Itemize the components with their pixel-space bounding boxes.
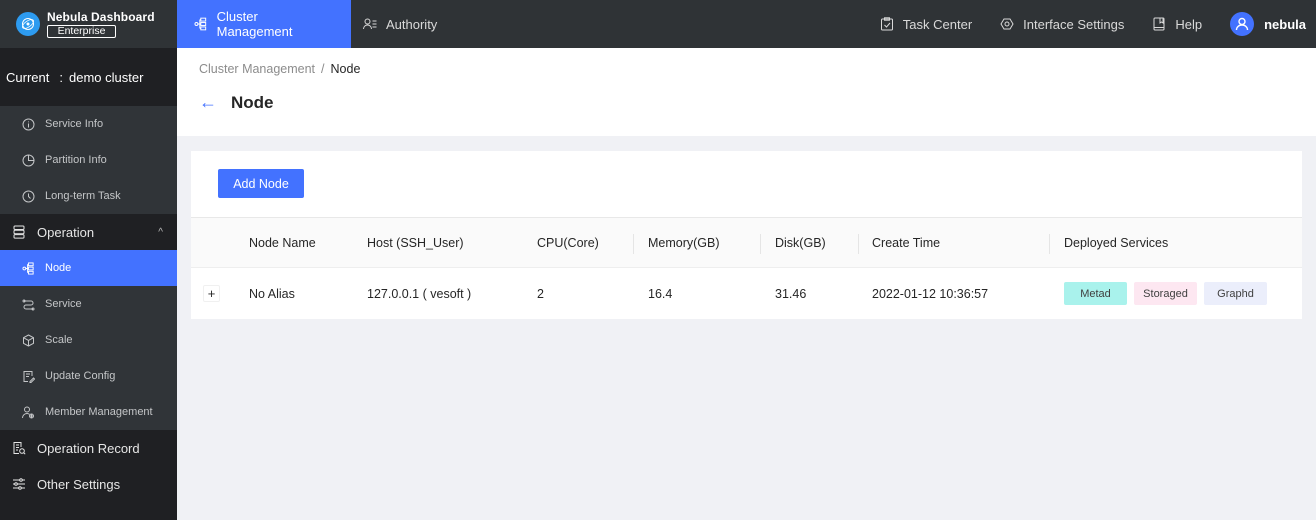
edit-doc-icon	[23, 370, 35, 383]
logo[interactable]: Nebula Dashboard Enterprise	[0, 0, 177, 48]
info-icon	[22, 118, 35, 130]
cell-memory: 16.4	[648, 286, 673, 301]
nav-label: Cluster Management	[216, 9, 293, 39]
user-menu[interactable]: nebula	[1216, 12, 1316, 36]
cell-host: 127.0.0.1 ( vesoft )	[367, 286, 472, 301]
service-tag-graphd: Graphd	[1204, 282, 1267, 305]
app-title: Nebula Dashboard	[47, 10, 155, 24]
node-card: Add Node Node Name Host (SSH_User) CPU(C…	[191, 151, 1302, 319]
info-group: Service Info Partition Info Long-term Ta…	[0, 106, 177, 214]
node-table: Node Name Host (SSH_User) CPU(Core) Memo…	[191, 217, 1302, 319]
clock-icon	[22, 190, 35, 202]
column-divider	[1049, 234, 1050, 254]
service-icon	[22, 299, 35, 310]
book-icon	[1153, 17, 1165, 31]
sidebar-item-label: Operation Record	[37, 440, 140, 456]
cluster-icon	[194, 17, 207, 31]
eye-settings-icon	[1000, 18, 1014, 30]
sidebar-item-label: Long-term Task	[45, 190, 121, 202]
sidebar-item-label: Update Config	[45, 370, 116, 382]
user-icon	[1230, 12, 1255, 36]
node-icon	[22, 261, 34, 275]
current-cluster-name: demo cluster	[68, 69, 144, 85]
current-cluster: Current : demo cluster	[0, 48, 177, 106]
sidebar-item-update-config[interactable]: Update Config	[0, 358, 177, 394]
sidebar-item-operation[interactable]: Operation ^	[0, 214, 177, 250]
cell-cpu: 2	[537, 286, 544, 301]
sidebar-item-label: Operation	[37, 224, 95, 240]
cell-disk: 31.46	[775, 286, 807, 301]
sidebar-item-scale[interactable]: Scale	[0, 322, 177, 358]
column-divider	[858, 234, 859, 254]
page-header: Cluster Management / Node ← Node	[177, 48, 1316, 136]
column-divider	[760, 234, 761, 254]
authority-icon	[363, 18, 377, 30]
nav-label: Authority	[386, 16, 438, 32]
column-header-create-time: Create Time	[872, 235, 941, 250]
breadcrumb-parent[interactable]: Cluster Management	[199, 62, 315, 76]
chevron-up-icon[interactable]: ^	[158, 227, 163, 238]
sidebar-item-other-settings[interactable]: Other Settings	[0, 466, 177, 502]
cell-create-time: 2022-01-12 10:36:57	[872, 286, 989, 301]
sidebar-item-label: Node	[45, 262, 72, 274]
table-header: Node Name Host (SSH_User) CPU(Core) Memo…	[191, 217, 1302, 268]
sidebar: Current : demo cluster Service Info Part…	[0, 48, 177, 520]
nav-label: Interface Settings	[1023, 16, 1125, 32]
breadcrumb: Cluster Management / Node	[199, 62, 360, 76]
sidebar-item-member-management[interactable]: Member Management	[0, 394, 177, 430]
sidebar-item-label: Member Management	[45, 406, 153, 418]
clipboard-check-icon	[880, 17, 893, 31]
cube-icon	[23, 333, 34, 347]
nav-label: Help	[1175, 16, 1203, 32]
nav-cluster-management[interactable]: Cluster Management	[177, 0, 351, 48]
add-node-button[interactable]: Add Node	[218, 169, 304, 198]
pie-icon	[22, 154, 35, 166]
column-header-node-name: Node Name	[249, 235, 316, 250]
nebula-logo-icon	[16, 12, 40, 36]
sliders-icon	[13, 478, 25, 490]
sidebar-item-node[interactable]: Node	[0, 250, 177, 286]
server-icon	[13, 225, 25, 239]
column-header-disk: Disk(GB)	[775, 235, 826, 250]
current-label: Current	[6, 69, 50, 85]
sidebar-item-label: Partition Info	[45, 154, 107, 166]
sidebar-item-label: Scale	[45, 334, 73, 346]
sidebar-item-label: Service Info	[45, 118, 104, 130]
username: nebula	[1264, 16, 1306, 32]
operation-group: Node Service Scale Update Config Member …	[0, 250, 177, 430]
sidebar-item-operation-record[interactable]: Operation Record	[0, 430, 177, 466]
sidebar-item-label: Service	[45, 298, 82, 310]
record-icon	[13, 442, 26, 455]
table-row: + No Alias 127.0.0.1 ( vesoft ) 2 16.4 3…	[191, 268, 1302, 319]
nav-interface-settings[interactable]: Interface Settings	[986, 0, 1138, 48]
column-header-host: Host (SSH_User)	[367, 235, 464, 250]
sidebar-item-service[interactable]: Service	[0, 286, 177, 322]
service-tag-storaged: Storaged	[1134, 282, 1197, 305]
sidebar-item-label: Other Settings	[37, 476, 121, 492]
nav-authority[interactable]: Authority	[351, 0, 454, 48]
sidebar-item-service-info[interactable]: Service Info	[0, 106, 177, 142]
sidebar-item-partition-info[interactable]: Partition Info	[0, 142, 177, 178]
back-arrow-icon[interactable]: ←	[199, 92, 217, 113]
current-separator: :	[59, 69, 63, 85]
column-divider	[633, 234, 634, 254]
edition-badge: Enterprise	[47, 25, 116, 38]
column-header-deployed-services: Deployed Services	[1064, 235, 1169, 250]
nav-label: Task Center	[902, 16, 973, 32]
page-title: Node	[231, 92, 274, 112]
service-tag-metad: Metad	[1064, 282, 1127, 305]
top-bar: Nebula Dashboard Enterprise Cluster Mana…	[0, 0, 1316, 48]
column-header-memory: Memory(GB)	[648, 235, 720, 250]
breadcrumb-current: Node	[330, 62, 361, 76]
column-header-cpu: CPU(Core)	[537, 235, 599, 250]
expand-row-button[interactable]: +	[203, 285, 220, 302]
sidebar-item-long-term-task[interactable]: Long-term Task	[0, 178, 177, 214]
cell-node-name: No Alias	[249, 286, 295, 301]
breadcrumb-separator: /	[321, 62, 325, 76]
member-icon	[22, 406, 34, 418]
nav-help[interactable]: Help	[1138, 0, 1216, 48]
nav-task-center[interactable]: Task Center	[866, 0, 986, 48]
